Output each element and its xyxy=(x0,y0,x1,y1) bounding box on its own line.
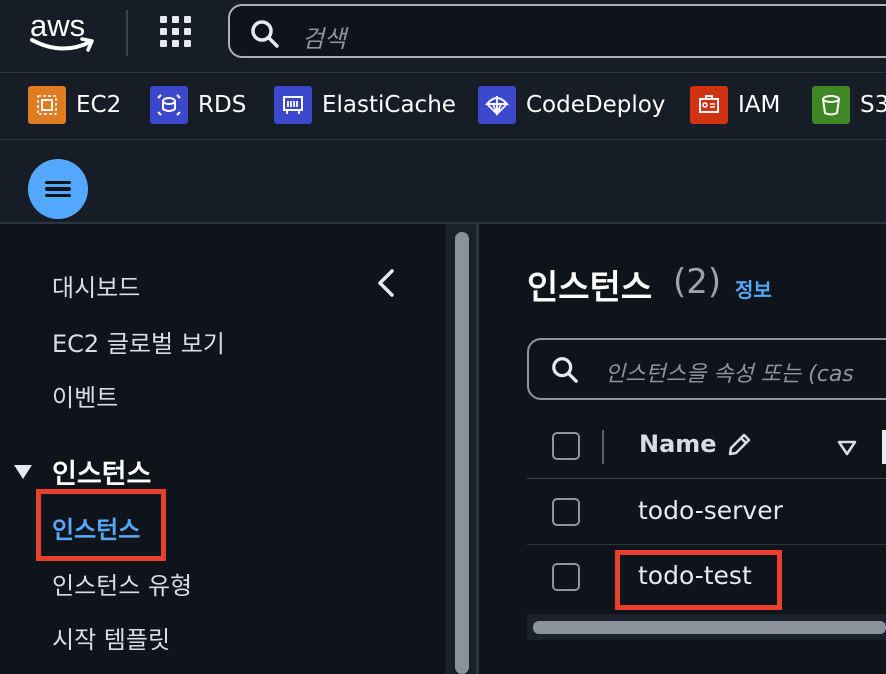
favorite-elasticache[interactable]: ElastiCache xyxy=(274,85,456,125)
highlight-box xyxy=(615,550,782,610)
favorite-iam[interactable]: IAM xyxy=(690,85,780,125)
sidebar-scrollbar-thumb[interactable] xyxy=(455,232,469,674)
column-divider xyxy=(882,430,886,464)
sidebar-item-launch-templates[interactable]: 시작 템플릿 xyxy=(52,620,170,655)
sidebar-section-label: 인스턴스 xyxy=(52,459,152,490)
favorite-s3[interactable]: S3 xyxy=(812,85,886,125)
elasticache-service-icon xyxy=(274,86,312,124)
chevron-left-icon[interactable] xyxy=(374,268,398,298)
favorite-rds[interactable]: RDS xyxy=(150,85,246,125)
row-checkbox[interactable] xyxy=(552,563,580,591)
row-checkbox[interactable] xyxy=(552,498,580,526)
column-header-name[interactable]: Name xyxy=(639,430,717,458)
filter-placeholder: 인스턴스을 속성 또는 (cas xyxy=(605,362,854,387)
aws-smile-icon xyxy=(30,37,94,52)
info-link[interactable]: 정보 xyxy=(735,274,772,303)
instance-name: todo-server xyxy=(638,496,783,525)
pencil-icon[interactable] xyxy=(725,431,753,459)
iam-service-icon xyxy=(690,86,728,124)
rds-service-icon xyxy=(150,86,188,124)
instance-filter-input[interactable]: 인스턴스을 속성 또는 (cas xyxy=(527,338,886,400)
menu-icon[interactable] xyxy=(28,159,88,219)
sidebar: 대시보드 EC2 글로벌 보기 이벤트 인스턴스 인스턴스 인스턴스 유형 시작… xyxy=(0,224,446,674)
favorite-label: S3 xyxy=(860,92,886,118)
ec2-service-icon xyxy=(28,86,66,124)
column-divider[interactable] xyxy=(602,430,604,464)
favorite-label: CodeDeploy xyxy=(526,92,666,118)
favorite-codedeploy[interactable]: CodeDeploy xyxy=(478,85,665,125)
favorite-label: EC2 xyxy=(76,92,122,118)
grid-icon[interactable] xyxy=(160,16,192,48)
table-row[interactable]: todo-server xyxy=(527,480,886,545)
sidebar-item-global-view[interactable]: EC2 글로벌 보기 xyxy=(52,324,225,359)
sidebar-item-dashboard[interactable]: 대시보드 xyxy=(52,268,140,303)
table-scrollbar-thumb[interactable] xyxy=(533,621,886,634)
search-icon xyxy=(251,20,279,48)
table-header: Name xyxy=(527,414,886,479)
s3-service-icon xyxy=(812,86,850,124)
search-icon xyxy=(552,357,578,383)
highlight-box xyxy=(36,489,166,561)
favorite-label: ElastiCache xyxy=(322,92,456,118)
table-horizontal-scrollbar[interactable] xyxy=(527,614,886,640)
top-navigation-bar: aws 검색 xyxy=(0,0,886,73)
caret-down-icon xyxy=(14,464,32,479)
search-placeholder: 검색 xyxy=(302,25,347,53)
secondary-toolbar xyxy=(0,140,886,224)
global-search-input[interactable]: 검색 xyxy=(228,4,886,58)
select-all-checkbox[interactable] xyxy=(552,432,580,460)
page-title: 인스턴스 xyxy=(527,268,653,308)
main-content: 인스턴스 (2) 정보 인스턴스을 속성 또는 (cas Name todo-s… xyxy=(479,224,886,674)
favorite-label: IAM xyxy=(738,92,781,118)
aws-logo[interactable]: aws xyxy=(28,8,98,56)
sidebar-section-instances[interactable]: 인스턴스 xyxy=(14,452,151,491)
sidebar-item-instance-types[interactable]: 인스턴스 유형 xyxy=(52,566,192,601)
sidebar-item-events[interactable]: 이벤트 xyxy=(52,378,118,413)
sort-caret-down-icon[interactable] xyxy=(837,440,857,456)
favorite-ec2[interactable]: EC2 xyxy=(28,85,121,125)
favorites-bar: EC2 RDS ElastiCache CodeDeploy IAM S3 xyxy=(0,73,886,140)
instance-count: (2) xyxy=(673,262,722,302)
divider xyxy=(126,10,128,56)
codedeploy-service-icon xyxy=(478,86,516,124)
favorite-label: RDS xyxy=(198,92,247,118)
